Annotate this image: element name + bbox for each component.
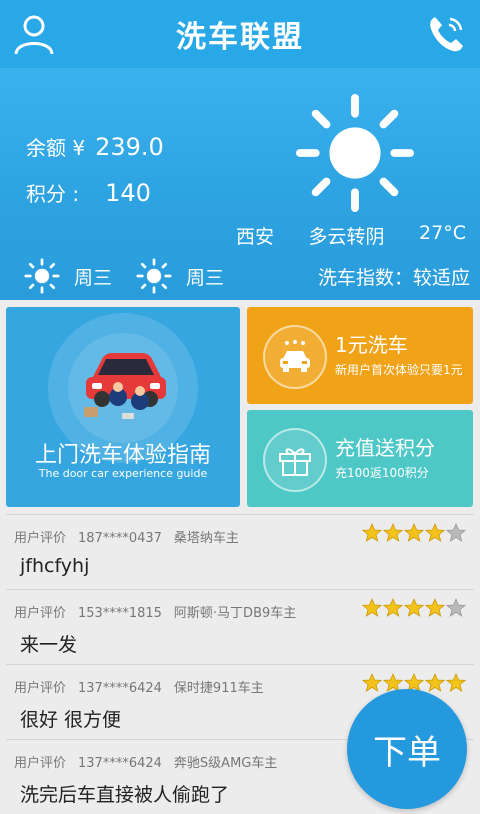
star-empty-icon [446,598,466,617]
points-row: 积分 : 140 [26,178,151,207]
review-meta: 用户评价 153****1815 阿斯顿·马丁DB9车主 [14,602,308,621]
review-content: 洗完后车直接被人偷跑了 [20,784,230,806]
review-meta: 用户评价 187****0437 桑塔纳车主 [14,527,251,546]
points-value: 140 [105,178,151,207]
top-bar: 洗车联盟 [0,0,480,68]
recharge-title: 充值送积分 [335,436,435,460]
review-label: 用户评价 [14,606,67,621]
review-label: 用户评价 [14,681,67,696]
car-wash-icon [280,340,310,372]
recharge-tile[interactable]: 充值送积分 充100返100积分 [247,410,473,507]
points-label: 积分 : [26,182,80,206]
star-filled-icon [425,673,445,692]
star-rating [361,523,466,543]
star-filled-icon [383,598,403,617]
wash-index: 洗车指数：较适应 [317,266,470,289]
guide-subtitle: The door car experience guide [38,467,208,480]
review-car: 保时捷911车主 [173,681,264,696]
recharge-subtitle: 充100返100积分 [335,466,429,480]
star-filled-icon [362,523,382,542]
weather-panel: 余额 ¥ 239.0 积分 : 140 西安 多云转阴 27°C 周三 周三 洗… [0,68,480,300]
icon-circle [263,325,327,389]
user-icon[interactable] [12,12,56,56]
sun-icon [136,258,172,294]
review-car: 桑塔纳车主 [173,531,239,546]
star-empty-icon [446,523,466,542]
review-phone: 187****0437 [78,531,162,546]
star-filled-icon [383,523,403,542]
star-filled-icon [362,673,382,692]
review-meta: 用户评价 137****6424 奔驰S级AMG车主 [14,752,289,771]
review-item[interactable]: 用户评价 153****1815 阿斯顿·马丁DB9车主来一发 [6,589,474,664]
star-filled-icon [425,598,445,617]
review-content: jfhcfyhj [20,555,90,577]
star-filled-icon [425,523,445,542]
weather-info-row: 西安 多云转阴 27°C [236,222,466,249]
balance-row: 余额 ¥ 239.0 [26,132,164,161]
review-content: 很好 很方便 [20,709,122,731]
review-phone: 137****6424 [78,756,162,771]
gift-icon [279,448,311,476]
balance-label: 余额 ¥ [26,136,86,160]
forecast-day: 周三 [74,266,113,289]
star-rating [361,598,466,618]
review-car: 阿斯顿·马丁DB9车主 [173,606,297,621]
sun-icon [24,258,60,294]
guide-tile[interactable]: 上门洗车体验指南 The door car experience guide [6,307,240,507]
review-content: 来一发 [20,634,78,656]
review-label: 用户评价 [14,756,67,771]
icon-circle [263,428,327,492]
city-name: 西安 [236,226,275,248]
weather-condition: 多云转阴 [308,226,385,248]
forecast-day: 周三 [186,266,225,289]
sun-icon [296,94,414,212]
review-meta: 用户评价 137****6424 保时捷911车主 [14,677,276,696]
car-washing-illustration-icon [84,353,166,419]
forecast-row: 周三 周三 洗车指数：较适应 [24,258,470,294]
one-yuan-wash-tile[interactable]: 1元洗车 新用户首次体验只要1元 [247,307,473,404]
balance-value: 239.0 [95,132,164,161]
star-filled-icon [446,673,466,692]
star-filled-icon [404,523,424,542]
wash-title: 1元洗车 [335,333,408,357]
wash-subtitle: 新用户首次体验只要1元 [335,363,463,377]
star-filled-icon [362,598,382,617]
app-title: 洗车联盟 [176,20,304,55]
review-car: 奔驰S级AMG车主 [173,756,278,771]
review-item[interactable]: 用户评价 187****0437 桑塔纳车主 jfhcfyhj [6,514,474,589]
review-phone: 153****1815 [78,606,162,621]
review-phone: 137****6424 [78,681,162,696]
order-button[interactable]: 下单 [347,689,467,809]
star-filled-icon [404,598,424,617]
guide-title: 上门洗车体验指南 [34,443,211,468]
review-label: 用户评价 [14,531,67,546]
temperature: 27°C [419,222,466,244]
phone-icon[interactable] [426,14,466,54]
